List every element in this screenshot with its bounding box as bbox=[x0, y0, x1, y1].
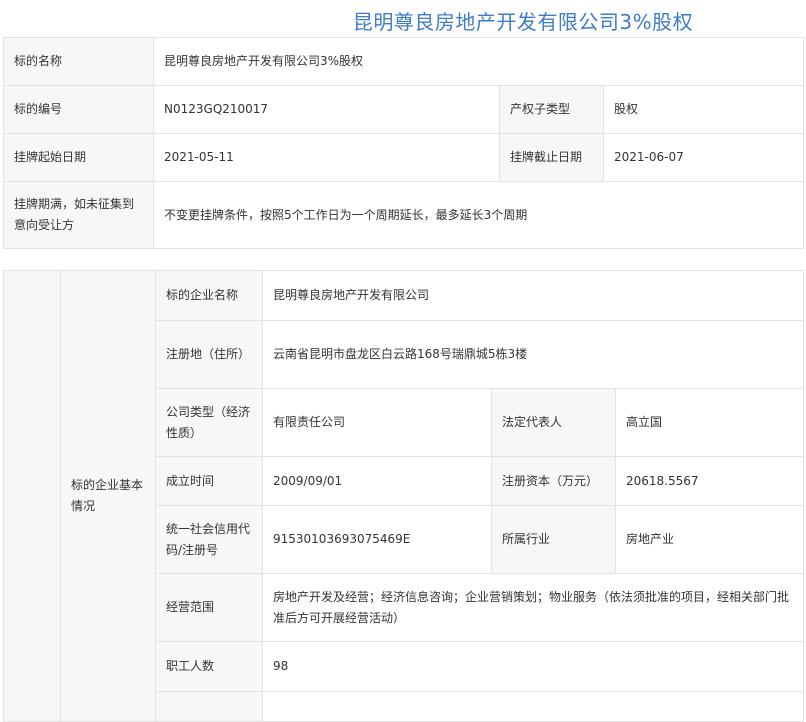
company-credit-value: 91530103693075469E bbox=[262, 505, 492, 574]
table-row: 标的名称 昆明尊良房地产开发有限公司3%股权 bbox=[3, 37, 805, 86]
company-section-label: 标的企业基本情况 bbox=[60, 270, 156, 722]
blank-cell bbox=[155, 691, 263, 722]
listing-end-label: 挂牌截止日期 bbox=[499, 133, 604, 182]
company-address-label: 注册地（住所） bbox=[155, 320, 263, 389]
table-row: 标的企业基本情况 标的企业名称 昆明尊良房地产开发有限公司 bbox=[3, 270, 805, 722]
listing-code-label: 标的编号 bbox=[3, 85, 154, 134]
table-row: 挂牌期满，如未征集到意向受让方 不变更挂牌条件，按照5个工作日为一个周期延长，最… bbox=[3, 181, 805, 249]
listing-code-value: N0123GQ210017 bbox=[153, 85, 500, 134]
listing-start-value: 2021-05-11 bbox=[153, 133, 500, 182]
blank-cell bbox=[3, 270, 61, 722]
blank-cell bbox=[261, 691, 805, 722]
company-scope-label: 经营范围 bbox=[155, 573, 263, 642]
company-credit-label: 统一社会信用代码/注册号 bbox=[155, 505, 263, 574]
company-rep-value: 高立国 bbox=[614, 388, 805, 457]
table-row: 标的编号 N0123GQ210017 产权子类型 股权 bbox=[3, 85, 805, 134]
company-capital-value: 20618.5567 bbox=[614, 456, 805, 506]
listing-expiry-value: 不变更挂牌条件，按照5个工作日为一个周期延长，最多延长3个周期 bbox=[152, 181, 805, 249]
company-staff-label: 职工人数 bbox=[155, 641, 263, 692]
page-title: 昆明尊良房地产开发有限公司3%股权 bbox=[352, 10, 694, 34]
company-founded-label: 成立时间 bbox=[155, 456, 263, 506]
company-capital-label: 注册资本（万元） bbox=[491, 456, 616, 506]
company-name-value: 昆明尊良房地产开发有限公司 bbox=[261, 270, 805, 321]
listing-name-value: 昆明尊良房地产开发有限公司3%股权 bbox=[152, 37, 805, 86]
company-name-label: 标的企业名称 bbox=[155, 270, 263, 321]
company-address-value: 云南省昆明市盘龙区白云路168号瑞鼎城5栋3楼 bbox=[261, 320, 805, 389]
company-industry-value: 房地产业 bbox=[614, 505, 805, 574]
company-type-label: 公司类型（经济性质） bbox=[155, 388, 263, 457]
company-industry-label: 所属行业 bbox=[491, 505, 616, 574]
company-info-table: 标的企业基本情况 标的企业名称 昆明尊良房地产开发有限公司 注册地（住所） 云南… bbox=[3, 270, 805, 722]
listing-subtype-value: 股权 bbox=[602, 85, 805, 134]
company-type-value: 有限责任公司 bbox=[262, 388, 492, 457]
company-rep-label: 法定代表人 bbox=[491, 388, 616, 457]
listing-subtype-label: 产权子类型 bbox=[499, 85, 604, 134]
listing-name-label: 标的名称 bbox=[3, 37, 154, 86]
company-scope-value: 房地产开发及经营；经济信息咨询；企业营销策划；物业服务（依法须批准的项目，经相关… bbox=[261, 573, 805, 642]
listing-end-value: 2021-06-07 bbox=[602, 133, 805, 182]
listing-expiry-label: 挂牌期满，如未征集到意向受让方 bbox=[3, 181, 154, 249]
table-row: 挂牌起始日期 2021-05-11 挂牌截止日期 2021-06-07 bbox=[3, 133, 805, 182]
company-founded-value: 2009/09/01 bbox=[262, 456, 492, 506]
listing-info-table: 标的名称 昆明尊良房地产开发有限公司3%股权 标的编号 N0123GQ21001… bbox=[3, 37, 805, 249]
listing-start-label: 挂牌起始日期 bbox=[3, 133, 154, 182]
company-staff-value: 98 bbox=[261, 641, 805, 692]
